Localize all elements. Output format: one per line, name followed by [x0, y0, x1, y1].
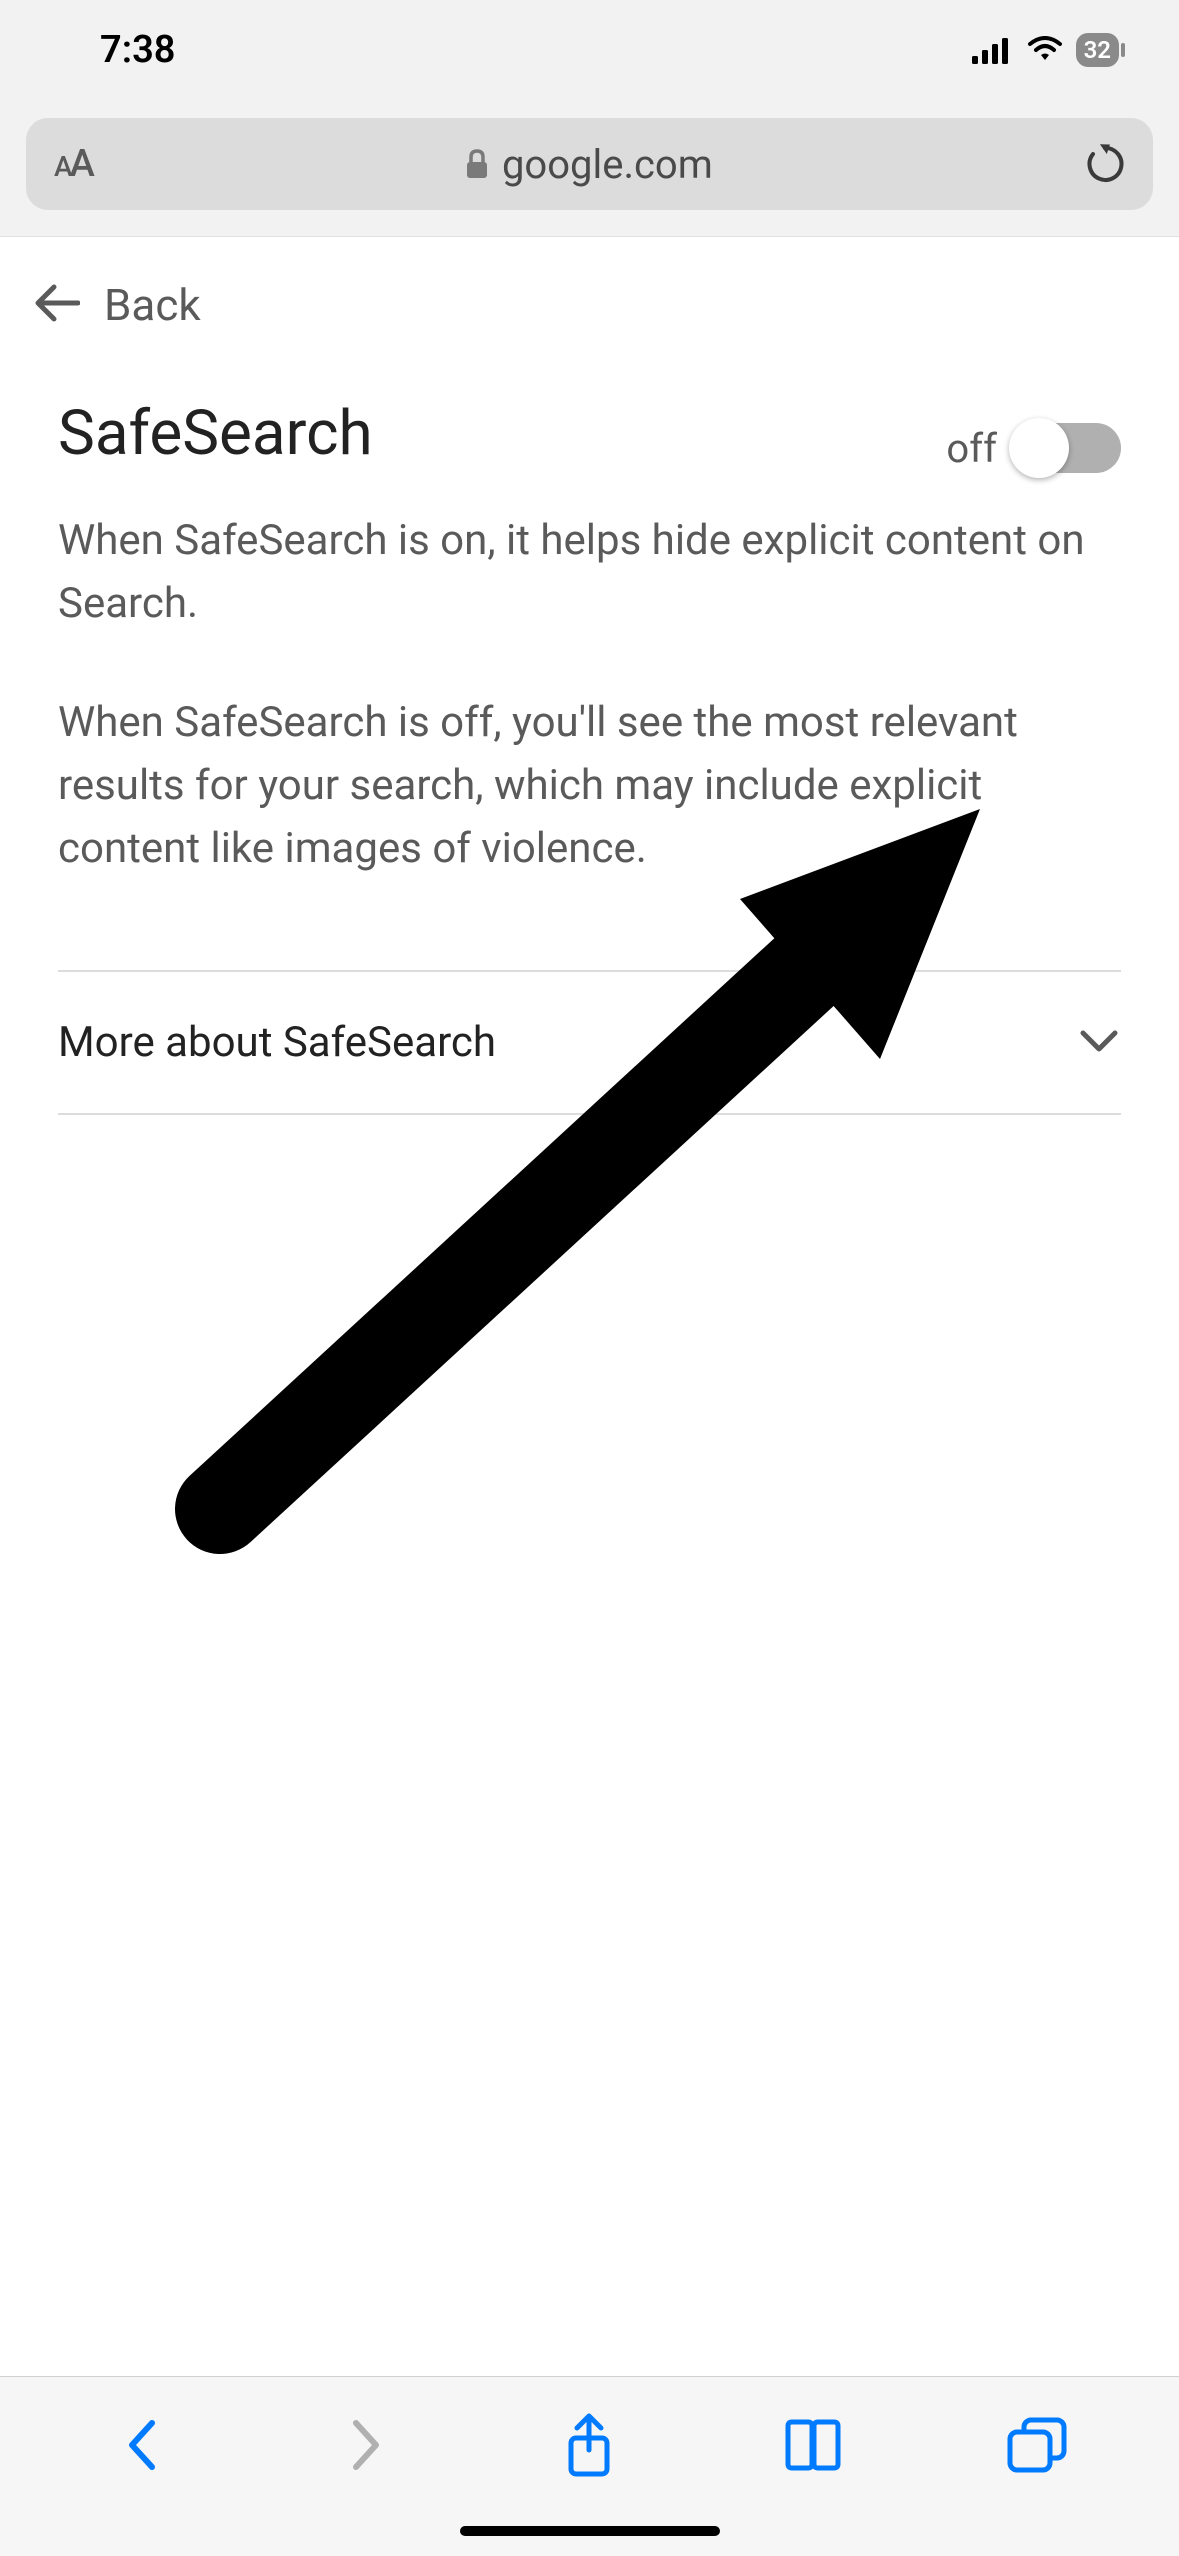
url-bar[interactable]: AA google.com: [26, 118, 1153, 210]
back-button[interactable]: Back: [0, 237, 1179, 373]
toggle-state-label: off: [946, 425, 997, 472]
home-indicator[interactable]: [460, 2526, 720, 2536]
wifi-icon: [1026, 36, 1064, 64]
safesearch-toggle[interactable]: [1013, 423, 1121, 473]
url-display[interactable]: google.com: [92, 141, 1085, 188]
nav-forward-button[interactable]: [316, 2405, 416, 2485]
more-about-label: More about SafeSearch: [58, 1018, 496, 1067]
lock-icon: [464, 148, 490, 180]
url-bar-container: AA google.com: [0, 100, 1179, 236]
more-about-row[interactable]: More about SafeSearch: [58, 972, 1121, 1115]
nav-back-button[interactable]: [92, 2405, 192, 2485]
back-label: Back: [104, 279, 201, 331]
page-title: SafeSearch: [58, 397, 373, 470]
page-content: Back SafeSearch off When SafeSearch is o…: [0, 236, 1179, 1115]
description-off: When SafeSearch is off, you'll see the m…: [58, 691, 1121, 880]
toggle-knob: [1009, 418, 1069, 478]
battery-icon: 32: [1076, 33, 1119, 67]
chevron-down-icon: [1077, 1027, 1121, 1059]
share-button[interactable]: [539, 2405, 639, 2485]
battery-level: 32: [1084, 36, 1111, 64]
description-on: When SafeSearch is on, it helps hide exp…: [58, 509, 1121, 635]
status-bar: 7:38 32: [0, 0, 1179, 100]
back-arrow-icon: [32, 283, 80, 327]
bookmarks-button[interactable]: [763, 2405, 863, 2485]
cellular-icon: [972, 36, 1014, 64]
status-time: 7:38: [100, 28, 175, 72]
reader-view-button[interactable]: AA: [54, 142, 92, 186]
url-text: google.com: [502, 141, 713, 188]
refresh-button[interactable]: [1085, 142, 1125, 186]
tabs-button[interactable]: [987, 2405, 1087, 2485]
status-icons: 32: [972, 33, 1119, 67]
